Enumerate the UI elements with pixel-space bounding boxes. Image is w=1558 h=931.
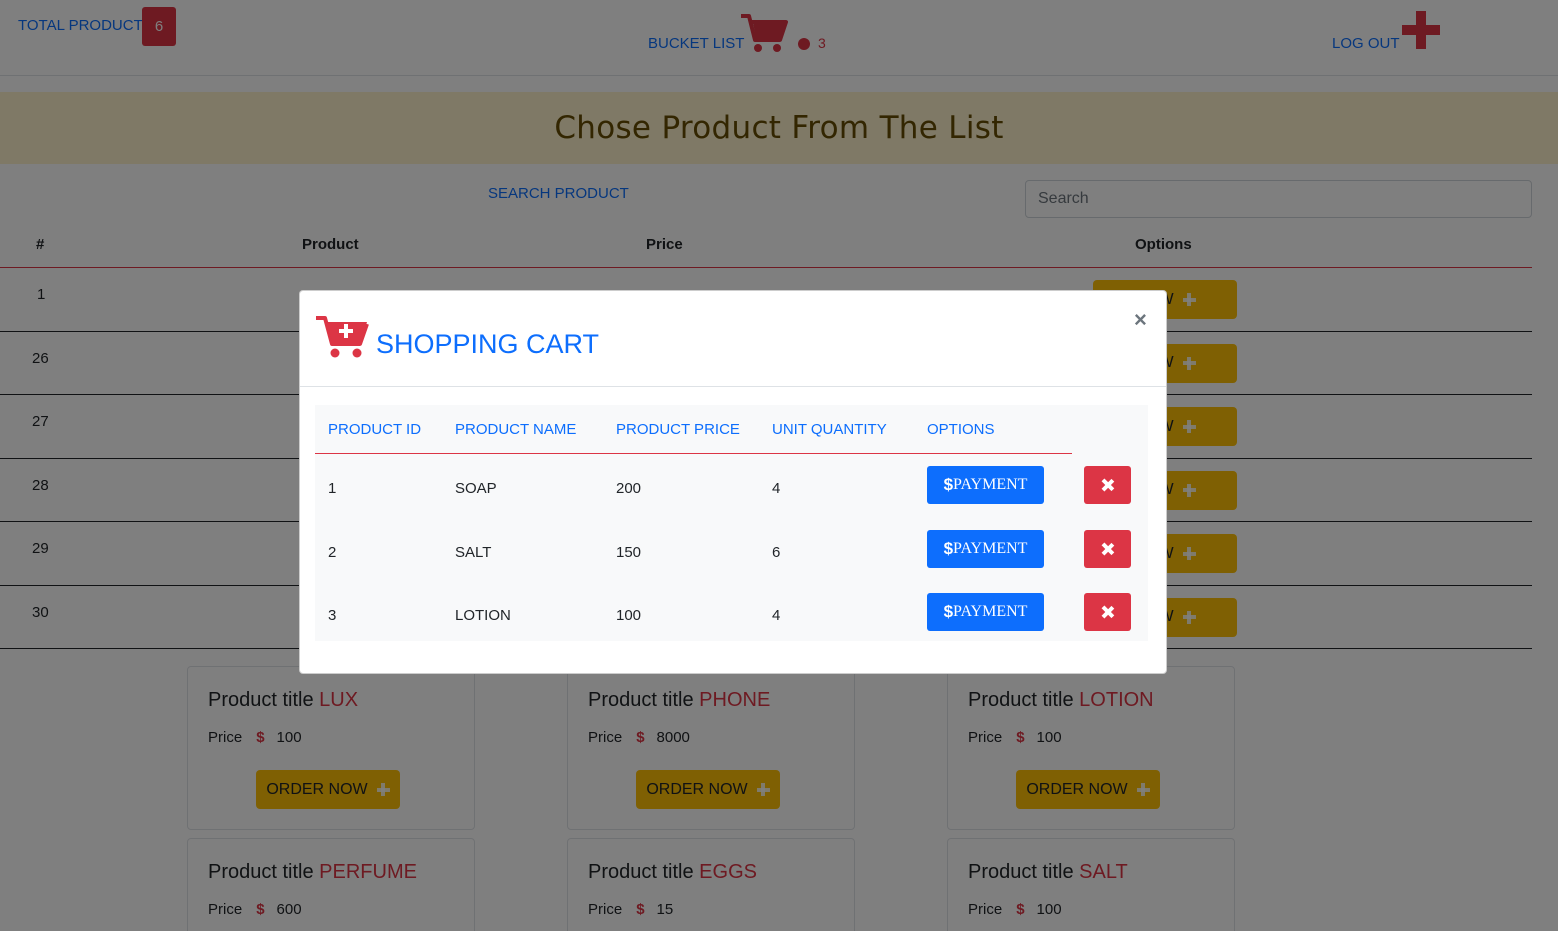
col-header-product-id: PRODUCT ID	[328, 421, 422, 438]
shopping-cart-modal: SHOPPING CART × PRODUCT ID PRODUCT NAME …	[299, 290, 1167, 674]
dollar-icon: $	[943, 539, 954, 558]
modal-header: SHOPPING CART ×	[300, 291, 1166, 387]
cart-product-price: 150	[616, 544, 642, 561]
remove-item-button[interactable]	[1084, 593, 1131, 631]
close-icon	[1102, 479, 1114, 491]
cart-product-price: 100	[616, 607, 642, 624]
payment-button[interactable]: $ PAYMENT	[927, 593, 1044, 631]
payment-label: PAYMENT	[953, 476, 1028, 493]
cart-product-name: SALT	[455, 544, 492, 561]
col-header-unit-quantity: UNIT QUANTITY	[772, 421, 887, 438]
cart-product-id: 2	[328, 544, 337, 561]
dollar-icon: $	[943, 602, 954, 621]
cart-unit-quantity: 6	[772, 544, 781, 561]
cart-plus-icon	[316, 316, 369, 358]
cart-row: 2 SALT 150 6 $ PAYMENT	[315, 529, 1148, 592]
cart-product-name: LOTION	[455, 607, 511, 624]
cart-row: 3 LOTION 100 4 $ PAYMENT	[315, 592, 1148, 655]
cart-unit-quantity: 4	[772, 607, 781, 624]
remove-item-button[interactable]	[1084, 466, 1131, 504]
payment-button[interactable]: $ PAYMENT	[927, 530, 1044, 568]
cart-product-price: 200	[616, 480, 642, 497]
close-icon	[1102, 606, 1114, 618]
cart-product-id: 1	[328, 480, 337, 497]
dollar-icon: $	[943, 475, 954, 494]
col-header-options: OPTIONS	[927, 421, 995, 438]
col-header-product-name: PRODUCT NAME	[455, 421, 577, 438]
cart-table: PRODUCT ID PRODUCT NAME PRODUCT PRICE UN…	[315, 405, 1148, 641]
payment-label: PAYMENT	[953, 603, 1028, 620]
col-header-product-price: PRODUCT PRICE	[616, 421, 740, 438]
remove-item-button[interactable]	[1084, 530, 1131, 568]
cart-product-id: 3	[328, 607, 337, 624]
payment-label: PAYMENT	[953, 540, 1028, 557]
payment-button[interactable]: $ PAYMENT	[927, 466, 1044, 504]
cart-table-header: PRODUCT ID PRODUCT NAME PRODUCT PRICE UN…	[315, 405, 1072, 454]
close-icon	[1102, 543, 1114, 555]
cart-unit-quantity: 4	[772, 480, 781, 497]
cart-product-name: SOAP	[455, 480, 497, 497]
close-icon[interactable]: ×	[1134, 309, 1147, 331]
cart-row: 1 SOAP 200 4 $ PAYMENT	[315, 465, 1148, 528]
modal-title: SHOPPING CART	[376, 329, 600, 359]
